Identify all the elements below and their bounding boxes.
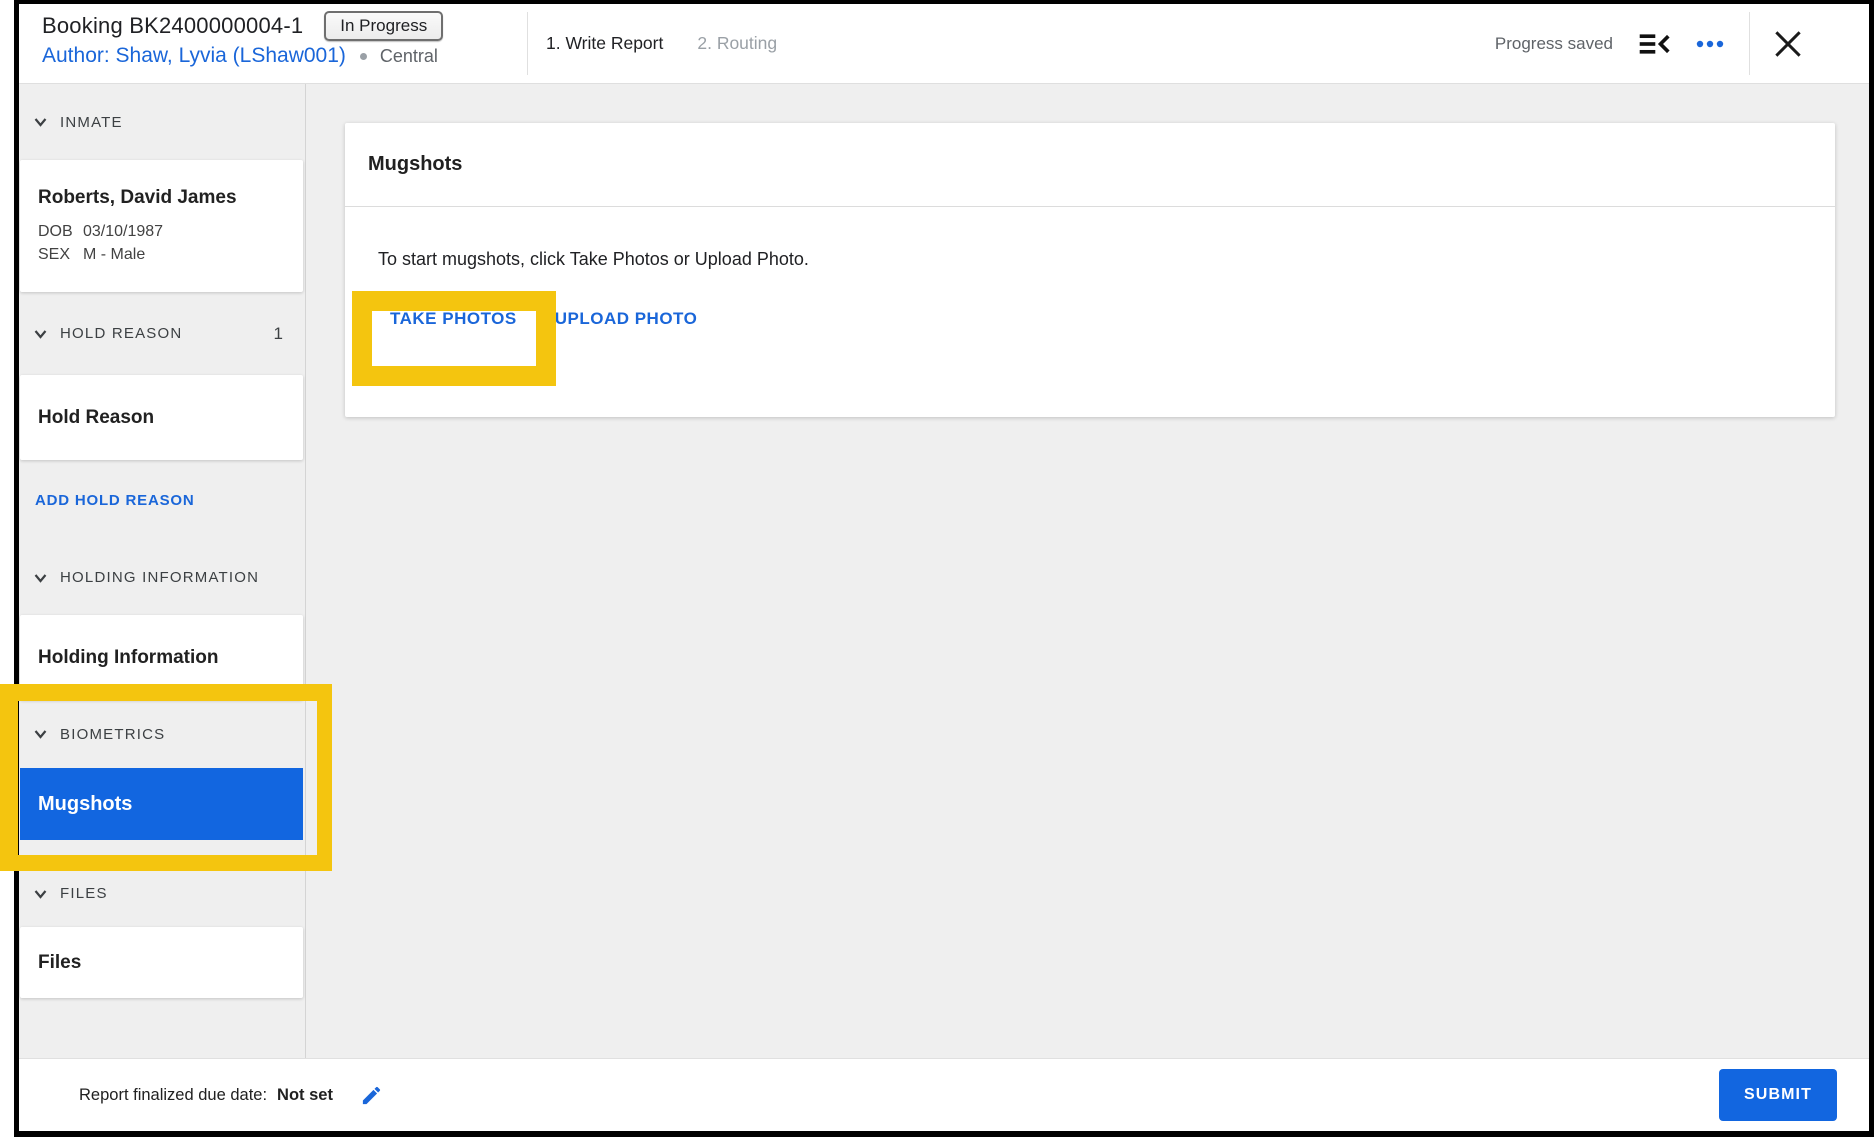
main-content: Mugshots To start mugshots, click Take P… [306,84,1869,1058]
chevron-down-icon [33,116,48,128]
separator-dot-icon [360,53,367,60]
sidebar-item-label: Files [38,952,303,974]
edit-due-date-pencil-icon[interactable] [360,1084,383,1107]
inmate-card[interactable]: Roberts, David James DOB 03/10/1987 SEX … [20,160,303,292]
dob-label: DOB [38,220,83,243]
bottom-bar: Report finalized due date: Not set SUBMI… [19,1058,1869,1131]
sidebar-item-mugshots-selected[interactable]: Mugshots [20,768,303,840]
workflow-steps: 1. Write Report 2. Routing [528,4,777,83]
mugshots-card: Mugshots To start mugshots, click Take P… [345,123,1835,417]
mugshots-actions: TAKE PHOTOS UPLOAD PHOTO [390,309,1835,329]
chevron-down-icon [33,728,48,740]
booking-window: Booking BK2400000004-1 In Progress Autho… [0,0,1874,1137]
upload-photo-button[interactable]: UPLOAD PHOTO [555,309,698,329]
inmate-name: Roberts, David James [38,187,303,209]
sidebar-section-files[interactable]: FILES [19,860,305,927]
due-date-label: Report finalized due date: [79,1086,267,1105]
section-title: INMATE [60,114,123,131]
sidebar-item-label: Mugshots [38,793,132,816]
add-hold-reason-row: ADD HOLD REASON [19,460,305,540]
sidebar-section-hold-reason[interactable]: HOLD REASON 1 [19,292,305,375]
section-title: FILES [60,885,108,902]
sidebar-item-files[interactable]: Files [20,927,303,998]
submit-button[interactable]: SUBMIT [1719,1069,1837,1121]
step-routing[interactable]: 2. Routing [697,33,777,54]
hold-reason-count-badge: 1 [274,324,283,344]
page-title: Booking BK2400000004-1 [42,13,303,39]
sidebar-item-hold-reason[interactable]: Hold Reason [20,375,303,460]
author-link[interactable]: Author: Shaw, Lyvia (LShaw001) [42,44,346,68]
section-title: HOLDING INFORMATION [60,569,259,586]
chevron-down-icon [33,888,48,900]
collapse-panel-icon[interactable] [1637,31,1671,57]
header-divider [1749,12,1750,75]
more-options-icon[interactable] [1695,38,1725,50]
chevron-down-icon [33,572,48,584]
chevron-down-icon [33,328,48,340]
sidebar-item-label: Hold Reason [38,407,303,429]
sidebar-section-inmate[interactable]: INMATE [19,84,305,160]
take-photos-button[interactable]: TAKE PHOTOS [390,309,517,329]
mugshots-instruction: To start mugshots, click Take Photos or … [378,249,1835,270]
add-hold-reason-button[interactable]: ADD HOLD REASON [35,492,195,509]
status-badge: In Progress [324,11,443,41]
due-date-value: Not set [277,1086,333,1105]
sex-value: M - Male [83,243,145,266]
booking-header-group: Booking BK2400000004-1 In Progress Autho… [42,4,527,83]
dob-value: 03/10/1987 [83,220,163,243]
sex-label: SEX [38,243,83,266]
mugshots-card-header: Mugshots [345,123,1835,207]
report-sidebar: INMATE Roberts, David James DOB 03/10/19… [19,84,306,1058]
section-title: HOLD REASON [60,325,182,342]
location-label: Central [380,46,438,67]
window-frame: Booking BK2400000004-1 In Progress Autho… [14,0,1874,1137]
step-write-report[interactable]: 1. Write Report [546,33,663,54]
sidebar-item-holding-information[interactable]: Holding Information [20,615,303,700]
card-title: Mugshots [368,153,462,176]
sidebar-section-biometrics[interactable]: BIOMETRICS [19,700,305,768]
sidebar-item-label: Holding Information [38,647,303,669]
top-bar-actions: Progress saved [1495,4,1869,83]
sidebar-section-holding-information[interactable]: HOLDING INFORMATION [19,540,305,615]
progress-saved-label: Progress saved [1495,34,1613,54]
top-bar: Booking BK2400000004-1 In Progress Autho… [19,4,1869,84]
close-icon[interactable] [1770,26,1806,62]
section-title: BIOMETRICS [60,726,165,743]
